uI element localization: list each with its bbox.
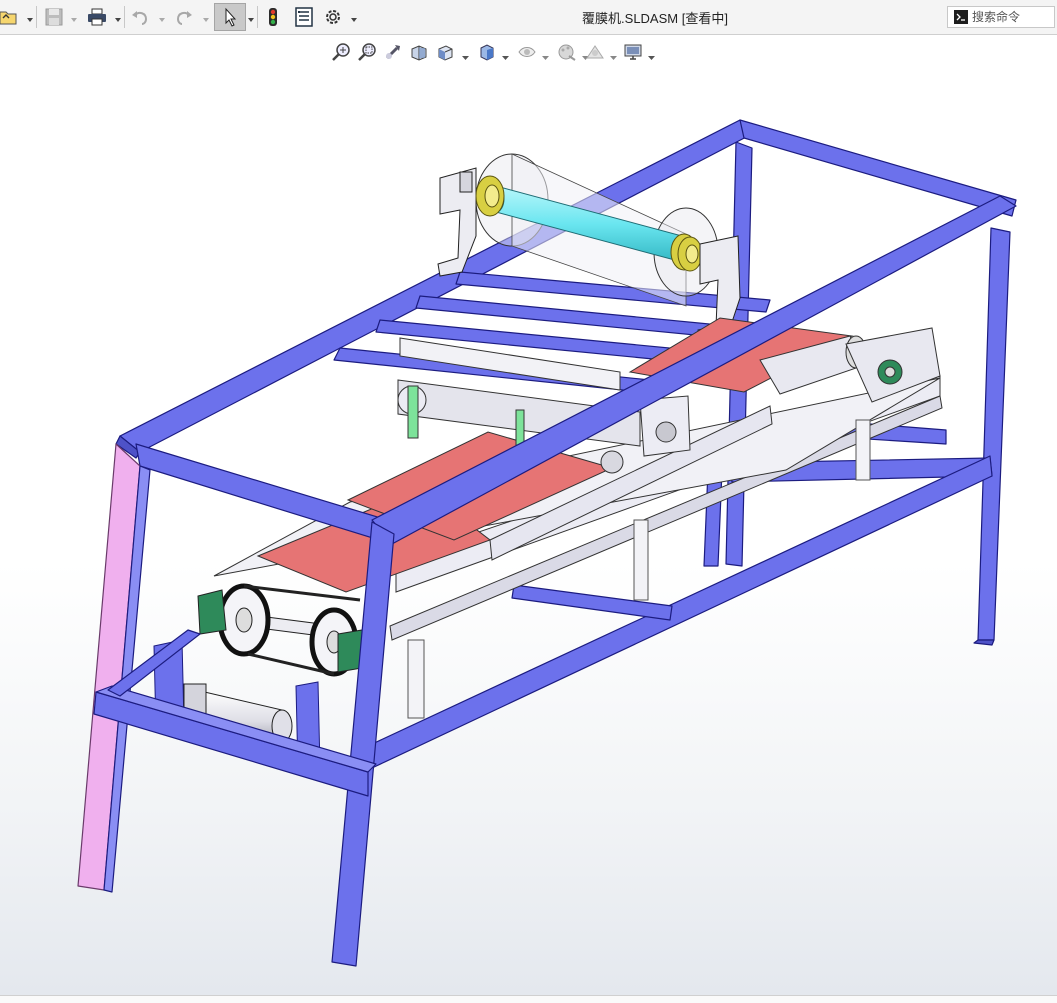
view-settings-icon[interactable]: [622, 41, 644, 63]
hide-show-dropdown-chevron-icon[interactable]: [542, 49, 549, 60]
previous-view-icon[interactable]: [382, 41, 404, 63]
pulley-left: [217, 583, 271, 657]
apply-scene-dropdown-chevron-icon[interactable]: [610, 49, 617, 60]
view-settings-dropdown-chevron-icon[interactable]: [648, 49, 655, 60]
frame-leg-rear-right: [973, 227, 1011, 646]
view-orientation-icon[interactable]: [434, 41, 456, 63]
roller-flange-left: [475, 175, 505, 217]
view-heads-up-toolbar: [328, 41, 668, 65]
view-orientation-dropdown-chevron-icon[interactable]: [462, 49, 469, 60]
assembly-model-view[interactable]: [0, 0, 1057, 995]
section-view-icon[interactable]: [408, 41, 430, 63]
hide-show-items-icon[interactable]: [516, 41, 538, 63]
frame-top-rail-right-end: [739, 119, 1017, 217]
display-style-dropdown-chevron-icon[interactable]: [502, 49, 509, 60]
zoom-to-fit-icon[interactable]: [330, 41, 352, 63]
edit-appearance-icon[interactable]: [556, 41, 578, 63]
apply-scene-icon[interactable]: [584, 41, 606, 63]
display-style-icon[interactable]: [476, 41, 498, 63]
zoom-to-area-icon[interactable]: [356, 41, 378, 63]
